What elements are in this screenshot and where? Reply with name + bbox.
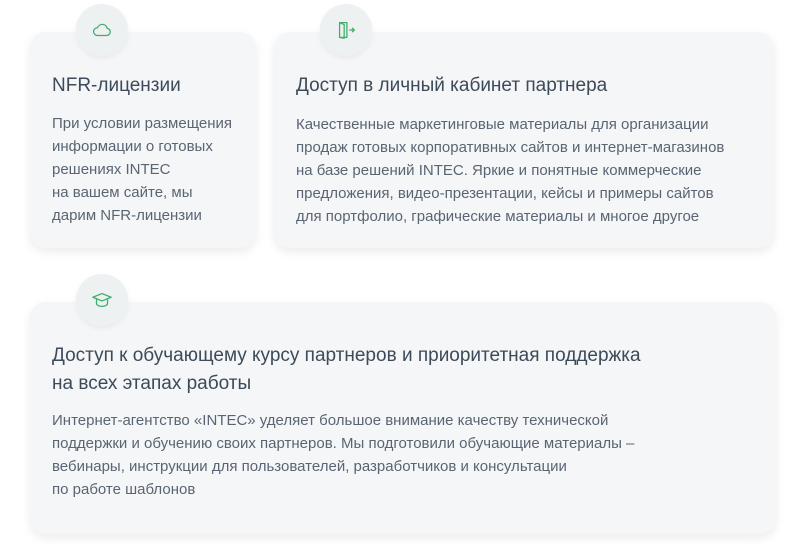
card-description: Интернет-агентство «INTEC» уделяет больш… [52,412,635,498]
icon-badge [320,4,372,56]
card-title: Доступ в личный кабинет партнера [296,75,608,96]
card-description: Качественные маркетинговые материалы для… [296,116,725,225]
feature-card-nfr-licenses: NFR-лицензии При условии размещения инфо… [30,4,256,248]
icon-badge [76,4,128,56]
card-title: NFR-лицензии [52,75,181,96]
graduation-cap-icon [92,292,112,308]
card-description: При условии размещения информации о гото… [52,115,233,224]
cloud-icon [92,23,111,37]
card-title: Доступ к обучающему курсу партнеров и пр… [52,345,641,394]
feature-card-training-support: Доступ к обучающему курсу партнеров и пр… [30,274,776,534]
door-exit-icon [338,22,355,39]
icon-badge [76,274,128,326]
feature-card-partner-account: Доступ в личный кабинет партнера Качеств… [274,4,774,248]
